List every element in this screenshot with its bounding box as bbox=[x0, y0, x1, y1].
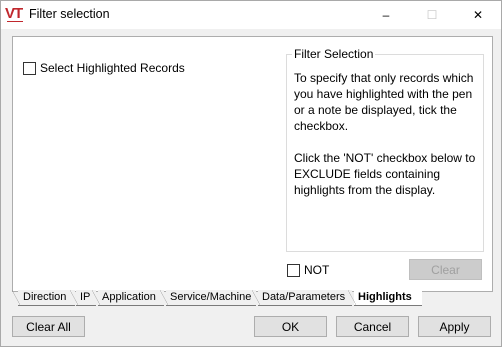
title-bar: VT Filter selection – ☐ ✕ bbox=[1, 1, 501, 29]
groupbox-title: Filter Selection bbox=[292, 47, 376, 61]
tab-data-parameters[interactable]: Data/Parameters bbox=[252, 290, 352, 306]
clear-all-button[interactable]: Clear All bbox=[12, 316, 85, 337]
maximize-button[interactable]: ☐ bbox=[409, 1, 455, 29]
apply-button[interactable]: Apply bbox=[418, 316, 491, 337]
window-title: Filter selection bbox=[29, 7, 110, 21]
highlights-panel: Select Highlighted Records Filter Select… bbox=[12, 36, 493, 292]
app-logo-icon: VT bbox=[5, 5, 27, 23]
clear-button[interactable]: Clear bbox=[409, 259, 482, 280]
maximize-icon: ☐ bbox=[426, 8, 438, 22]
minimize-icon: – bbox=[382, 8, 390, 22]
cancel-button[interactable]: Cancel bbox=[336, 316, 409, 337]
minimize-button[interactable]: – bbox=[363, 1, 409, 29]
tab-highlights[interactable]: Highlights bbox=[348, 290, 422, 306]
not-label: NOT bbox=[304, 263, 330, 277]
close-button[interactable]: ✕ bbox=[455, 1, 501, 29]
tab-service-machine[interactable]: Service/Machine bbox=[160, 290, 256, 306]
app-logo-text: VT bbox=[5, 5, 23, 22]
ok-button[interactable]: OK bbox=[254, 316, 327, 337]
dialog-window: VT Filter selection – ☐ ✕ Select Highlig… bbox=[0, 0, 502, 347]
select-highlighted-row[interactable]: Select Highlighted Records bbox=[23, 61, 185, 75]
select-highlighted-label: Select Highlighted Records bbox=[40, 61, 185, 75]
groupbox-help-text: To specify that only records which you h… bbox=[294, 71, 476, 197]
not-row[interactable]: NOT bbox=[287, 263, 329, 277]
close-icon: ✕ bbox=[472, 8, 484, 22]
tab-direction[interactable]: Direction bbox=[12, 290, 75, 306]
filter-selection-groupbox: Filter Selection To specify that only re… bbox=[286, 47, 484, 252]
not-checkbox[interactable] bbox=[287, 263, 300, 277]
select-highlighted-checkbox[interactable] bbox=[23, 61, 36, 75]
tab-application[interactable]: Application bbox=[92, 290, 164, 306]
